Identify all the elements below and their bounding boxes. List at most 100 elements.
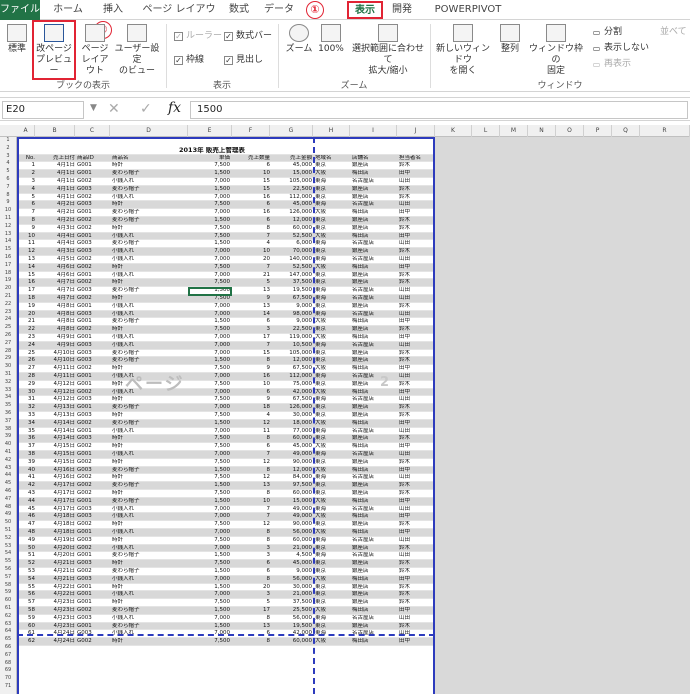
table-cell[interactable]: 大阪 [315,529,350,537]
table-cell[interactable]: 小銭入れ [112,233,187,241]
table-cell[interactable]: 東京 [315,568,350,576]
table-cell[interactable]: 30,000 [272,412,312,420]
table-cell[interactable]: 山田 [399,474,433,482]
table-cell[interactable]: 3 [234,591,271,599]
table-cell[interactable]: 東京 [315,248,350,256]
table-cell[interactable]: 7,500 [190,264,230,272]
enter-icon[interactable]: ✓ [140,101,152,117]
table-cell[interactable]: 東京 [315,381,350,389]
table-cell[interactable]: 名古屋店 [352,428,396,436]
table-cell[interactable]: 7,500 [190,560,230,568]
table-cell[interactable]: G003 [77,350,109,358]
table-cell[interactable]: 銀座店 [352,326,396,334]
table-cell[interactable]: 4月7日 [37,287,75,295]
row-header[interactable]: 50 [0,519,16,527]
table-cell[interactable]: 東海 [315,311,350,319]
table-cell[interactable]: 4月24日 [37,638,76,646]
table-cell[interactable]: 山田 [399,311,433,319]
table-cell[interactable]: 67,500 [272,295,312,303]
table-cell[interactable]: 67,500 [272,365,312,373]
table-cell[interactable]: 1,500 [190,170,230,178]
table-cell[interactable]: 13 [234,287,270,295]
table-cell[interactable]: 山田 [399,506,433,514]
freeze-panes-button[interactable]: ウィンドウ枠の 固定 [526,24,586,77]
table-cell[interactable]: 麦わら帽子 [112,287,187,295]
table-cell[interactable]: G003 [77,506,109,514]
table-cell[interactable]: 梅田店 [352,513,396,521]
table-cell[interactable]: 60,000 [272,638,312,646]
table-cell[interactable]: 7 [234,506,271,514]
table-cell[interactable]: 名古屋店 [352,342,396,350]
table-cell[interactable]: 8 [234,537,271,545]
table-cell[interactable]: 山田 [399,287,433,295]
table-cell[interactable]: 4月5日 [37,256,75,264]
table-cell[interactable]: 62 [21,638,35,646]
table-cell[interactable]: 60,000 [272,490,312,498]
table-cell[interactable]: 11 [234,428,270,436]
table-cell[interactable]: 24 [21,342,35,350]
table-cell[interactable]: 麦わら帽子 [112,170,187,178]
table-cell[interactable]: 田中 [399,334,433,342]
table-cell[interactable]: 銀座店 [352,584,396,592]
column-header[interactable]: B [35,125,75,137]
table-cell[interactable]: 東海 [315,537,350,545]
table-cell[interactable]: 名古屋店 [352,311,396,319]
row-header[interactable]: 1 [0,137,16,145]
table-cell[interactable]: G003 [77,560,109,568]
table-cell[interactable]: G003 [77,396,109,404]
table-cell[interactable]: 42,000 [272,389,312,397]
table-cell[interactable]: 田中 [399,576,433,584]
row-header[interactable]: 15 [0,246,16,254]
table-cell[interactable]: 38 [21,451,35,459]
table-cell[interactable]: 小銭入れ [112,615,187,623]
table-cell[interactable]: 32 [21,404,35,412]
table-cell[interactable]: 田中 [399,420,433,428]
table-cell[interactable]: 52 [21,560,35,568]
table-cell[interactable]: 1 [21,162,36,170]
table-cell[interactable]: 3 [234,552,271,560]
table-cell[interactable]: G003 [77,357,109,365]
table-cell[interactable]: 銀座店 [352,490,396,498]
table-cell[interactable]: G003 [77,615,109,623]
table-cell[interactable]: 東京 [315,459,350,467]
table-cell[interactable]: 時計 [112,521,187,529]
row-header[interactable]: 55 [0,558,16,566]
table-cell[interactable]: 17 [21,287,35,295]
table-cell[interactable]: 1,500 [190,318,230,326]
table-cell[interactable]: 名古屋店 [352,178,396,186]
table-cell[interactable]: 9 [234,295,271,303]
table-cell[interactable]: 東京 [315,404,350,412]
name-box-dropdown-icon[interactable]: ▼ [90,103,97,113]
table-cell[interactable]: 6 [234,389,271,397]
table-cell[interactable]: 鈴木 [399,490,433,498]
selected-cell[interactable] [188,287,232,296]
table-cell[interactable]: 東京 [315,490,350,498]
table-cell[interactable]: 商品名 [112,155,187,163]
column-header[interactable]: M [500,125,528,137]
table-cell[interactable]: 37,500 [272,599,312,607]
table-cell[interactable]: 小銭入れ [112,272,187,280]
table-cell[interactable]: 14 [234,311,270,319]
column-header[interactable]: H [313,125,350,137]
table-cell[interactable]: 7,000 [190,513,230,521]
table-cell[interactable]: 店舗名 [352,155,396,163]
table-cell[interactable]: 4月2日 [37,201,75,209]
table-cell[interactable]: 時計 [112,201,187,209]
table-cell[interactable]: 麦わら帽子 [112,498,187,506]
table-cell[interactable]: 地域名 [315,155,350,163]
table-cell[interactable]: 1,500 [190,186,230,194]
table-cell[interactable]: 梅田店 [352,576,396,584]
column-header[interactable]: L [472,125,500,137]
table-cell[interactable]: 鈴木 [399,591,433,599]
table-cell[interactable]: 麦わら帽子 [112,209,187,217]
table-cell[interactable]: 60 [21,623,35,631]
table-cell[interactable]: 6 [234,201,271,209]
table-cell[interactable]: 29 [21,381,35,389]
table-cell[interactable]: 東海 [315,256,350,264]
row-header[interactable]: 25 [0,324,16,332]
table-cell[interactable]: 時計 [112,459,187,467]
table-cell[interactable]: 4月23日 [37,607,76,615]
table-cell[interactable]: 時計 [112,537,187,545]
table-cell[interactable]: 28 [21,373,35,381]
row-header[interactable]: 6 [0,176,16,184]
